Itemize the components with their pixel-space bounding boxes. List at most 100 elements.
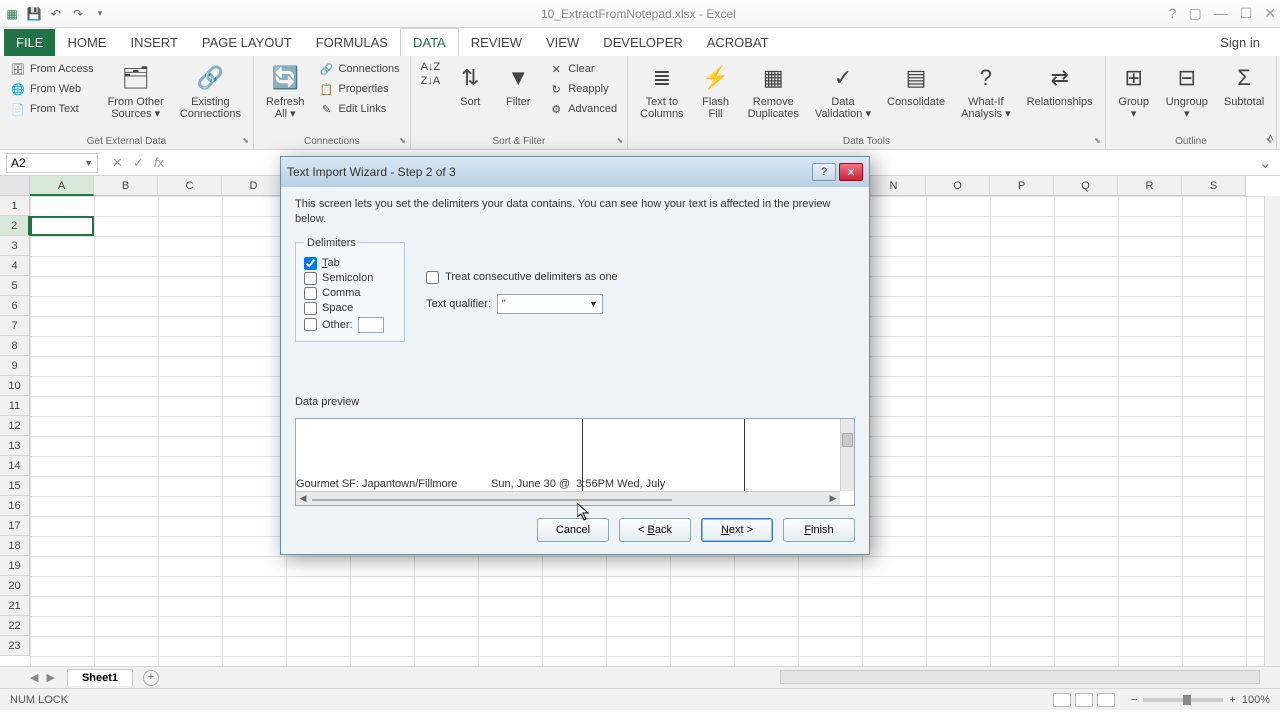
row-header[interactable]: 9	[0, 356, 30, 376]
delimiter-other-input[interactable]	[358, 317, 384, 333]
zoom-slider[interactable]	[1143, 698, 1223, 702]
qat-more-icon[interactable]: ▾	[92, 6, 108, 22]
zoom-in-button[interactable]: +	[1229, 694, 1235, 706]
horizontal-scrollbar[interactable]	[780, 670, 1260, 684]
accept-formula-icon[interactable]: ✓	[133, 155, 144, 171]
preview-hscroll[interactable]: ◀▶	[296, 491, 840, 505]
sign-in-link[interactable]: Sign in	[1212, 29, 1268, 56]
tab-review[interactable]: REVIEW	[459, 29, 534, 56]
tab-developer[interactable]: DEVELOPER	[591, 29, 694, 56]
subtotal-button[interactable]: ΣSubtotal	[1220, 60, 1268, 110]
tab-page-layout[interactable]: PAGE LAYOUT	[190, 29, 304, 56]
row-header[interactable]: 4	[0, 256, 30, 276]
row-header[interactable]: 10	[0, 376, 30, 396]
row-header[interactable]: 11	[0, 396, 30, 416]
add-sheet-button[interactable]: +	[143, 670, 159, 686]
back-button[interactable]: < Back	[619, 518, 691, 542]
formula-expand-icon[interactable]: ⌄	[1251, 153, 1280, 173]
column-header[interactable]: O	[926, 176, 990, 196]
sort-asc-button[interactable]: A↓Z	[419, 60, 443, 74]
view-pagebreak-icon[interactable]	[1097, 693, 1115, 707]
group-button[interactable]: ⊞Group ▾	[1114, 60, 1154, 122]
dialog-help-button[interactable]: ?	[812, 163, 836, 181]
column-header[interactable]: Q	[1054, 176, 1118, 196]
vertical-scrollbar[interactable]	[1264, 196, 1280, 666]
relationships-button[interactable]: ⇄Relationships	[1023, 60, 1097, 110]
minimize-icon[interactable]: —	[1214, 5, 1228, 22]
consolidate-button[interactable]: ▤Consolidate	[883, 60, 949, 110]
sheet-nav-prev-icon[interactable]: ◀	[30, 671, 38, 684]
fx-icon[interactable]: fx	[154, 155, 164, 171]
column-header[interactable]: B	[94, 176, 158, 196]
tab-acrobat[interactable]: ACROBAT	[695, 29, 781, 56]
delimiter-tab-checkbox[interactable]	[304, 257, 317, 270]
column-header[interactable]: R	[1118, 176, 1182, 196]
sort-button[interactable]: ⇅Sort	[450, 60, 490, 110]
connections-button[interactable]: 🔗Connections	[317, 60, 402, 78]
next-button[interactable]: Next >	[701, 518, 773, 542]
delimiter-semicolon-checkbox[interactable]	[304, 272, 317, 285]
tab-file[interactable]: FILE	[4, 29, 55, 56]
column-header[interactable]: A	[30, 176, 94, 196]
save-icon[interactable]: 💾	[26, 6, 42, 22]
flash-fill-button[interactable]: ⚡Flash Fill	[696, 60, 736, 122]
collapse-ribbon-icon[interactable]: ˄	[1267, 131, 1274, 145]
redo-icon[interactable]: ↷	[70, 6, 86, 22]
refresh-all-button[interactable]: 🔄Refresh All ▾	[262, 60, 309, 122]
column-header[interactable]: D	[222, 176, 286, 196]
tab-data[interactable]: DATA	[400, 28, 459, 56]
text-qualifier-select[interactable]: " ▼	[497, 294, 603, 314]
whatif-button[interactable]: ?What-If Analysis ▾	[957, 60, 1015, 122]
row-header[interactable]: 12	[0, 416, 30, 436]
tab-formulas[interactable]: FORMULAS	[304, 29, 400, 56]
namebox-dropdown-icon[interactable]: ▼	[84, 158, 93, 168]
row-header[interactable]: 19	[0, 556, 30, 576]
tab-view[interactable]: VIEW	[534, 29, 591, 56]
row-header[interactable]: 6	[0, 296, 30, 316]
data-validation-button[interactable]: ✓Data Validation ▾	[811, 60, 875, 122]
ribbon-display-icon[interactable]: ▢	[1188, 5, 1201, 22]
view-normal-icon[interactable]	[1053, 693, 1071, 707]
ungroup-button[interactable]: ⊟Ungroup ▾	[1162, 60, 1212, 122]
undo-icon[interactable]: ↶	[48, 6, 64, 22]
row-header[interactable]: 22	[0, 616, 30, 636]
row-header[interactable]: 14	[0, 456, 30, 476]
row-header[interactable]: 3	[0, 236, 30, 256]
column-header[interactable]: P	[990, 176, 1054, 196]
tab-insert[interactable]: INSERT	[118, 29, 189, 56]
preview-vscroll[interactable]	[840, 419, 854, 491]
from-other-sources-button[interactable]: 🗂From Other Sources ▾	[104, 60, 168, 122]
help-icon[interactable]: ?	[1169, 5, 1177, 22]
column-header[interactable]: S	[1182, 176, 1246, 196]
dialog-close-button[interactable]: ✕	[839, 163, 863, 181]
dialog-titlebar[interactable]: Text Import Wizard - Step 2 of 3 ? ✕	[281, 157, 869, 187]
row-header[interactable]: 13	[0, 436, 30, 456]
column-header[interactable]: N	[862, 176, 926, 196]
column-header[interactable]: C	[158, 176, 222, 196]
filter-button[interactable]: ▼Filter	[498, 60, 538, 110]
from-access-button[interactable]: 🗄From Access	[8, 60, 96, 78]
row-header[interactable]: 5	[0, 276, 30, 296]
cancel-button[interactable]: Cancel	[537, 518, 609, 542]
row-header[interactable]: 17	[0, 516, 30, 536]
from-web-button[interactable]: 🌐From Web	[8, 80, 96, 98]
treat-consecutive-checkbox[interactable]	[426, 271, 439, 284]
zoom-out-button[interactable]: −	[1131, 694, 1137, 706]
finish-button[interactable]: Finish	[783, 518, 855, 542]
row-header[interactable]: 20	[0, 576, 30, 596]
row-header[interactable]: 2	[0, 216, 30, 236]
from-text-button[interactable]: 📄From Text	[8, 100, 96, 118]
edit-links-button[interactable]: ✎Edit Links	[317, 100, 402, 118]
clear-filter-button[interactable]: ✕Clear	[546, 60, 619, 78]
sort-desc-button[interactable]: Z↓A	[419, 74, 443, 88]
row-header[interactable]: 15	[0, 476, 30, 496]
remove-duplicates-button[interactable]: ▦Remove Duplicates	[744, 60, 803, 122]
row-header[interactable]: 23	[0, 636, 30, 656]
advanced-filter-button[interactable]: ⚙Advanced	[546, 100, 619, 118]
view-pagelayout-icon[interactable]	[1075, 693, 1093, 707]
delimiter-other-checkbox[interactable]	[304, 318, 317, 331]
delimiter-comma-checkbox[interactable]	[304, 287, 317, 300]
active-cell[interactable]	[30, 216, 94, 236]
row-header[interactable]: 1	[0, 196, 30, 216]
reapply-button[interactable]: ↻Reapply	[546, 80, 619, 98]
